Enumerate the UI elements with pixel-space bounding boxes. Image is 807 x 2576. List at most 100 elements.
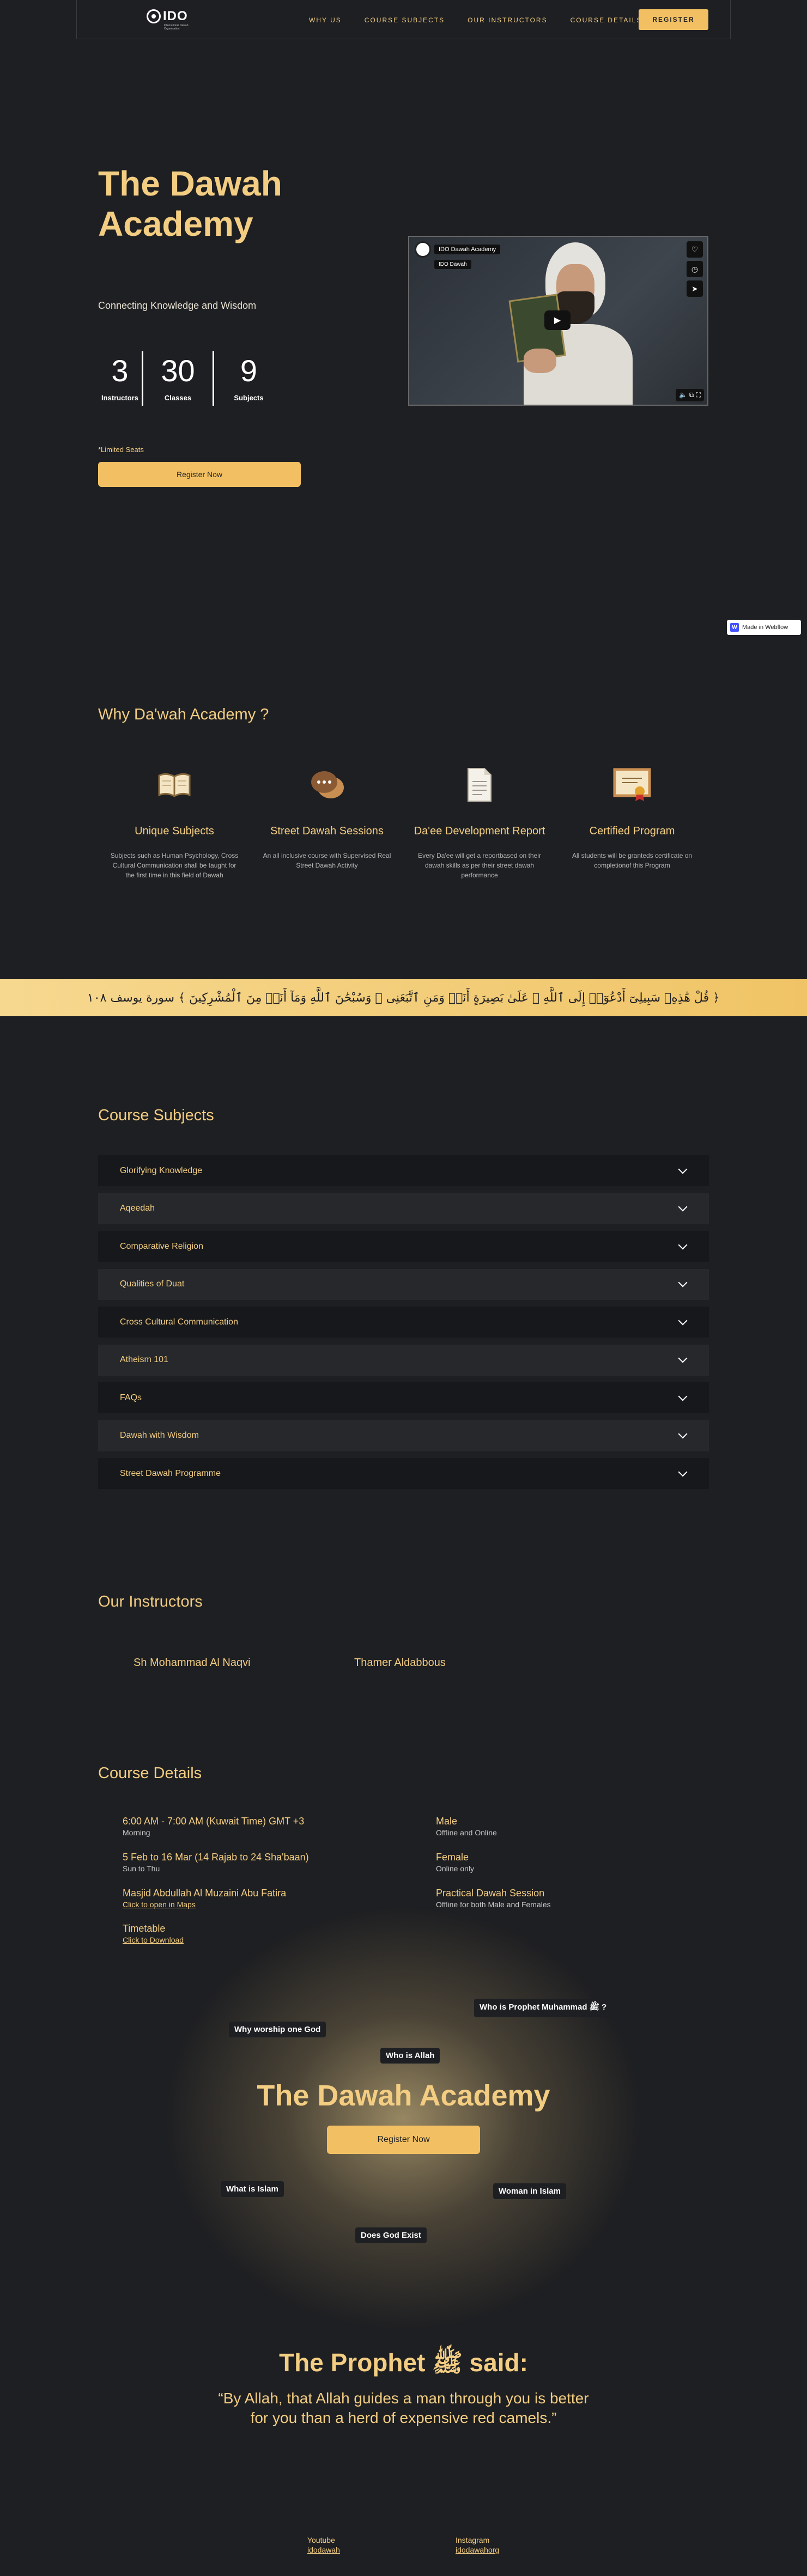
instructor-name[interactable]: Thamer Aldabbous — [354, 1657, 446, 1669]
detail-sub: Sun to Thu — [123, 1864, 160, 1873]
video-channel-name[interactable]: IDO Dawah Academy — [434, 245, 501, 254]
video-channel[interactable]: IDO Dawah Academy — [415, 241, 501, 258]
logo[interactable]: IDO — [147, 9, 188, 24]
subject-label: Street Dawah Programme — [120, 1468, 221, 1478]
stat-label: Subjects — [234, 394, 264, 402]
quran-verse: ﴿ قُلْ هَٰذِهِۦ سَبِيلِىٓ أَدْعُوٓا۟ إِل… — [87, 991, 720, 1005]
logo-icon — [147, 9, 161, 23]
stat-value: 3 — [111, 353, 129, 388]
book-icon — [98, 765, 251, 804]
subjects-accordion: Glorifying Knowledge Aqeedah Comparative… — [98, 1155, 709, 1496]
detail-heading: Male — [436, 1816, 458, 1827]
footer-label: Instagram — [456, 2536, 490, 2544]
fullscreen-icon[interactable]: ⛶ — [696, 391, 701, 399]
detail-heading: 5 Feb to 16 Mar (14 Rajab to 24 Sha'baan… — [123, 1852, 309, 1863]
chevron-down-icon — [678, 1278, 688, 1287]
detail-sub: Online only — [436, 1864, 475, 1873]
document-icon — [403, 765, 556, 804]
topic-chip[interactable]: Woman in Islam — [493, 2183, 566, 2199]
hero-stats: 3 Instructors 30 Classes 9 Subjects — [98, 351, 283, 406]
feature-street-dawah: Street Dawah Sessions An all inclusive c… — [251, 765, 403, 880]
nav-link-course-details[interactable]: COURSE DETAILS — [571, 16, 642, 24]
share-icon[interactable]: ➤ — [687, 280, 703, 297]
feature-unique-subjects: Unique Subjects Subjects such as Human P… — [98, 765, 251, 880]
chevron-down-icon — [678, 1240, 688, 1249]
certificate-icon — [556, 765, 708, 804]
subject-item-comparative-religion[interactable]: Comparative Religion — [98, 1231, 709, 1262]
subject-item-aqeedah[interactable]: Aqeedah — [98, 1193, 709, 1224]
feature-desc: An all inclusive course with Supervised … — [263, 852, 391, 869]
video-player[interactable]: IDO Dawah Academy IDO Dawah ♡ ◷ ➤ ▶ 🔈 ⧉ … — [408, 236, 708, 406]
stat-classes: 30 Classes — [142, 351, 213, 406]
captions-icon[interactable]: ⧉ — [689, 391, 694, 399]
course-subjects-title: Course Subjects — [98, 1107, 214, 1124]
nav-link-why-us[interactable]: WHY US — [309, 16, 342, 24]
webflow-icon: W — [730, 623, 739, 632]
stat-subjects: 9 Subjects — [213, 351, 283, 406]
instagram-link[interactable]: idodawahorg — [456, 2546, 499, 2554]
topic-chip[interactable]: Why worship one God — [229, 2022, 326, 2037]
chevron-down-icon — [678, 1353, 688, 1363]
cta-register-button[interactable]: Register Now — [327, 2126, 480, 2154]
webflow-badge-label: Made in Webflow — [742, 624, 788, 631]
topic-chip[interactable]: Does God Exist — [355, 2227, 427, 2243]
instructor-name[interactable]: Sh Mohammad Al Naqvi — [134, 1657, 251, 1669]
subject-item-faqs[interactable]: FAQs — [98, 1382, 709, 1413]
youtube-link[interactable]: idodawah — [307, 2546, 340, 2554]
quran-verse-banner: ﴿ قُلْ هَٰذِهِۦ سَبِيلِىٓ أَدْعُوٓا۟ إِل… — [0, 979, 807, 1016]
nav-links: WHY US COURSE SUBJECTS OUR INSTRUCTORS C… — [309, 16, 642, 24]
chevron-down-icon — [678, 1164, 688, 1174]
made-in-webflow-badge[interactable]: W Made in Webflow — [727, 620, 801, 635]
feature-desc: Every Da'ee will get a reportbased on th… — [418, 852, 541, 879]
subject-label: Cross Cultural Communication — [120, 1317, 238, 1327]
nav-link-course-subjects[interactable]: COURSE SUBJECTS — [365, 16, 445, 24]
subject-item-cross-cultural[interactable]: Cross Cultural Communication — [98, 1307, 709, 1338]
instructors-title: Our Instructors — [98, 1593, 203, 1610]
feature-daee-report: Da'ee Development Report Every Da'ee wil… — [403, 765, 556, 880]
feature-desc: Subjects such as Human Psychology, Cross… — [110, 852, 239, 879]
chevron-down-icon — [678, 1316, 688, 1325]
subject-item-atheism-101[interactable]: Atheism 101 — [98, 1344, 709, 1376]
feature-certified: Certified Program All students will be g… — [556, 765, 708, 880]
topic-chip[interactable]: What is Islam — [221, 2181, 284, 2197]
feature-title: Street Dawah Sessions — [270, 825, 384, 837]
subject-item-qualities-of-duat[interactable]: Qualities of Duat — [98, 1268, 709, 1300]
subject-item-street-dawah[interactable]: Street Dawah Programme — [98, 1458, 709, 1489]
hero-register-button[interactable]: Register Now — [98, 462, 301, 487]
detail-dates: 5 Feb to 16 Mar (14 Rajab to 24 Sha'baan… — [123, 1852, 309, 1873]
features: Unique Subjects Subjects such as Human P… — [98, 765, 709, 880]
stat-value: 9 — [240, 353, 258, 388]
stat-label: Classes — [164, 394, 192, 402]
quote-line: “By Allah, that Allah guides a man throu… — [218, 2390, 589, 2407]
topic-chip[interactable]: Who is Allah — [380, 2048, 440, 2064]
detail-heading: Masjid Abdullah Al Muzaini Abu Fatira — [123, 1888, 287, 1899]
detail-heading: Female — [436, 1852, 469, 1863]
heart-icon[interactable]: ♡ — [687, 241, 703, 258]
chevron-down-icon — [678, 1467, 688, 1476]
feature-title: Certified Program — [589, 825, 675, 837]
volume-icon[interactable]: 🔈 — [679, 391, 687, 399]
course-details-title: Course Details — [98, 1765, 202, 1782]
detail-male: Male Offline and Online — [436, 1816, 497, 1837]
subject-item-dawah-with-wisdom[interactable]: Dawah with Wisdom — [98, 1420, 709, 1451]
subject-label: Comparative Religion — [120, 1241, 203, 1251]
footer-label: Youtube — [307, 2536, 335, 2544]
feature-title: Da'ee Development Report — [414, 825, 545, 837]
footer-youtube: Youtube idodawah — [307, 2536, 340, 2554]
stat-label: Instructors — [101, 394, 138, 402]
topic-chip[interactable]: Who is Prophet Muhammad ﷺ ? — [474, 1999, 612, 2017]
feature-desc: All students will be granteds certificat… — [572, 852, 693, 869]
chevron-down-icon — [678, 1202, 688, 1212]
feature-title: Unique Subjects — [135, 825, 214, 837]
clock-icon[interactable]: ◷ — [687, 261, 703, 277]
nav-link-our-instructors[interactable]: OUR INSTRUCTORS — [468, 16, 547, 24]
quote-line: for you than a herd of expensive red cam… — [250, 2409, 557, 2426]
subject-label: Glorifying Knowledge — [120, 1165, 203, 1175]
nav-register-button[interactable]: REGISTER — [639, 9, 708, 30]
subject-item-glorifying-knowledge[interactable]: Glorifying Knowledge — [98, 1155, 709, 1186]
channel-avatar[interactable] — [415, 241, 431, 258]
cta-title: The Dawah Academy — [257, 2079, 550, 2112]
chevron-down-icon — [678, 1391, 688, 1401]
play-icon[interactable]: ▶ — [544, 310, 571, 330]
chevron-down-icon — [678, 1429, 688, 1439]
